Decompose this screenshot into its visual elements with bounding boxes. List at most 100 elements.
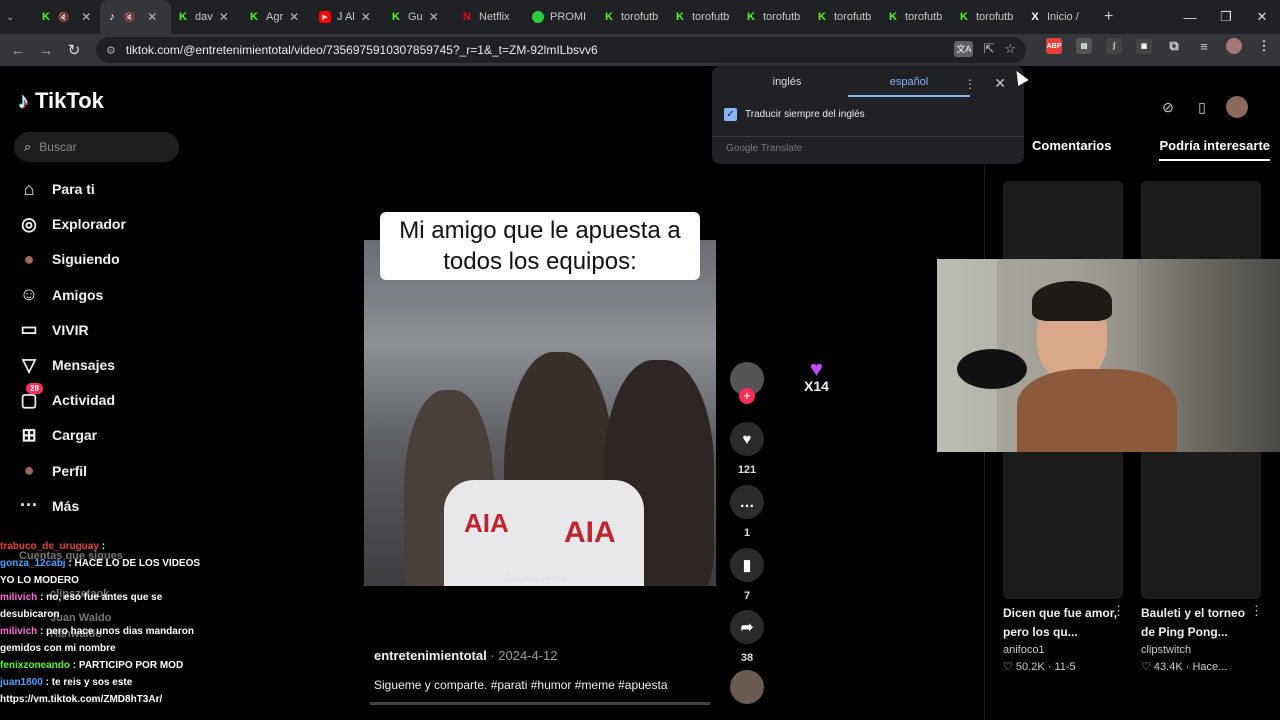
sidebar-item-siguiendo[interactable]: ● Siguiendo	[18, 248, 120, 270]
share-button[interactable]: ➦ 38	[728, 610, 766, 664]
window-controls: — ❐ ✕	[1172, 0, 1280, 34]
close-window-icon[interactable]: ✕	[1244, 0, 1280, 34]
browser-tab[interactable]: X Inicio /	[1023, 0, 1094, 34]
chat-message: milivich : no, eso fue antes que se desu…	[0, 589, 210, 623]
card-title[interactable]: Dicen que fue amor, pero los qu...	[1003, 604, 1123, 642]
card-author[interactable]: clipstwitch	[1141, 644, 1191, 656]
browser-tab[interactable]: ♪ 🔇 ✕	[100, 0, 171, 34]
close-icon[interactable]: ✕	[994, 75, 1006, 92]
more-options-icon[interactable]: ⋮	[964, 77, 976, 91]
translate-icon[interactable]: 文A	[954, 41, 974, 57]
card-title[interactable]: Bauleti y el torneo de Ping Pong...	[1141, 604, 1261, 642]
forward-icon[interactable]: →	[32, 36, 60, 64]
browser-tab[interactable]: N Netflix	[455, 0, 526, 34]
sidebar-item-explorador[interactable]: ◎ Explorador	[18, 213, 126, 235]
tab-comments[interactable]: Comentarios	[1032, 138, 1111, 161]
browser-tab[interactable]: Ktorofutb	[739, 0, 810, 34]
install-app-icon[interactable]: ⇱	[983, 41, 994, 57]
media-control-icon[interactable]: ≡	[1196, 38, 1212, 54]
sidebar-item-vivir[interactable]: ▭ VIVIR	[18, 319, 88, 341]
overlay-text: X14	[804, 378, 829, 394]
video-progress-bar[interactable]	[370, 702, 710, 705]
browser-tab[interactable]: Kdav ✕	[171, 0, 242, 34]
browser-tab[interactable]: PROMI	[526, 0, 597, 34]
tab-close-icon[interactable]: ✕	[289, 10, 299, 24]
browser-tab[interactable]: K 🔇 ✕	[34, 0, 100, 34]
translate-popup: inglés español ⋮ ✕ ✓ Traducir siempre de…	[712, 66, 1024, 164]
puzzle-icon[interactable]: ⧉	[1166, 38, 1182, 54]
maximize-icon[interactable]: ❐	[1208, 0, 1244, 34]
video-player[interactable]: AIA AIA	[364, 240, 716, 586]
browser-tab[interactable]: Ktorofutb	[952, 0, 1023, 34]
browser-tab[interactable]: Ktorofutb	[668, 0, 739, 34]
card-views: 50.2K	[1015, 661, 1045, 673]
chat-username[interactable]: juan1800	[0, 677, 43, 688]
browser-tab[interactable]: K Gu ✕	[384, 0, 455, 34]
chat-username[interactable]: milivich	[0, 592, 37, 603]
sidebar-item-actividad[interactable]: ▢ 28 Actividad	[18, 383, 115, 411]
browser-tab[interactable]: Ktorofutb	[810, 0, 881, 34]
card-menu-icon[interactable]: ⋮	[1250, 603, 1263, 619]
sound-avatar[interactable]	[728, 670, 766, 712]
browser-tab[interactable]: K Agr ✕	[242, 0, 313, 34]
browser-tab[interactable]: ▶ J Al ✕	[313, 0, 384, 34]
sidebar-item-mensajes[interactable]: ▽ Mensajes	[18, 354, 115, 376]
tab-close-icon[interactable]: ✕	[361, 10, 371, 24]
sidebar-item-amigos[interactable]: ☺ Amigos	[18, 284, 104, 306]
mute-icon[interactable]: 🔇	[124, 12, 135, 23]
tab-recommended[interactable]: Podría interesarte	[1159, 138, 1271, 161]
bookmark-star-icon[interactable]: ☆	[1004, 41, 1016, 57]
comment-count: 1	[743, 527, 751, 539]
browser-tab[interactable]: Ktorofutb	[881, 0, 952, 34]
save-button[interactable]: ▮ 7	[728, 548, 766, 602]
address-bar[interactable]: ⚙ tiktok.com/@entretenimientotal/video/7…	[96, 37, 1026, 63]
author-name[interactable]: entretenimientotal	[374, 648, 487, 663]
adblock-icon[interactable]: ABP	[1046, 38, 1062, 54]
creator-avatar[interactable]: +	[728, 362, 766, 404]
chat-username[interactable]: trabuco_de_uruguay	[0, 541, 99, 552]
follow-plus-icon[interactable]: +	[739, 388, 755, 404]
streamer-hair	[1032, 281, 1112, 321]
reload-icon[interactable]: ↻	[60, 36, 88, 64]
card-menu-icon[interactable]: ⋮	[1112, 603, 1125, 619]
tab-favicon-icon: K	[250, 11, 258, 23]
heart-hand-icon: ♥	[809, 356, 823, 381]
search-input[interactable]: ⌕ Buscar	[14, 132, 179, 162]
mute-icon[interactable]: 🔇	[58, 12, 69, 23]
tab-title: J Al	[337, 11, 355, 23]
stream-overlay-badge: ♥ X14	[804, 356, 829, 395]
tab-target-language[interactable]: español	[848, 76, 970, 97]
like-count: 121	[737, 464, 757, 476]
profile-icon: ●	[23, 460, 35, 481]
back-icon[interactable]: ←	[4, 36, 32, 64]
video-author[interactable]: entretenimientotal · 2024-4-12	[374, 648, 558, 663]
tab-close-icon[interactable]: ✕	[219, 10, 229, 24]
chat-username[interactable]: gonza_12cabj	[0, 558, 66, 569]
profile-avatar[interactable]	[1226, 38, 1242, 54]
minimize-icon[interactable]: —	[1172, 0, 1208, 34]
tab-list-button[interactable]: ⌄	[0, 0, 34, 34]
tiktok-logo[interactable]: ♪ TikTok	[18, 88, 104, 114]
extension-window-icon[interactable]: ▣	[1136, 38, 1152, 54]
always-translate-checkbox[interactable]: ✓ Traducir siempre del inglés	[724, 108, 865, 121]
tab-favicon-icon: K	[179, 11, 187, 23]
chat-username[interactable]: milivich	[0, 626, 37, 637]
new-tab-button[interactable]: +	[1094, 0, 1123, 34]
tab-close-icon[interactable]: ✕	[147, 10, 157, 24]
sidebar-item-más[interactable]: ··· Más	[18, 495, 79, 517]
sidebar-item-perfil[interactable]: ● Perfil	[18, 460, 87, 482]
tab-close-icon[interactable]: ✕	[429, 10, 439, 24]
site-info-icon[interactable]: ⚙	[106, 44, 116, 57]
chat-username[interactable]: fenixzoneando	[0, 660, 70, 671]
sidebar-item-cargar[interactable]: ⊞ Cargar	[18, 424, 97, 446]
extension-script-icon[interactable]: ʃ	[1106, 38, 1122, 54]
tab-close-icon[interactable]: ✕	[81, 10, 91, 24]
like-button[interactable]: ♥ 121	[728, 422, 766, 476]
sidebar-item-para-ti[interactable]: ⌂ Para ti	[18, 178, 95, 200]
tab-source-language[interactable]: inglés	[726, 76, 848, 97]
browser-tab[interactable]: Ktorofutb	[597, 0, 668, 34]
comment-button[interactable]: … 1	[728, 485, 766, 539]
card-author[interactable]: anifoco1	[1003, 644, 1045, 656]
extension-icon[interactable]: ▤	[1076, 38, 1092, 54]
menu-dots-icon[interactable]: ⋮	[1256, 38, 1272, 54]
